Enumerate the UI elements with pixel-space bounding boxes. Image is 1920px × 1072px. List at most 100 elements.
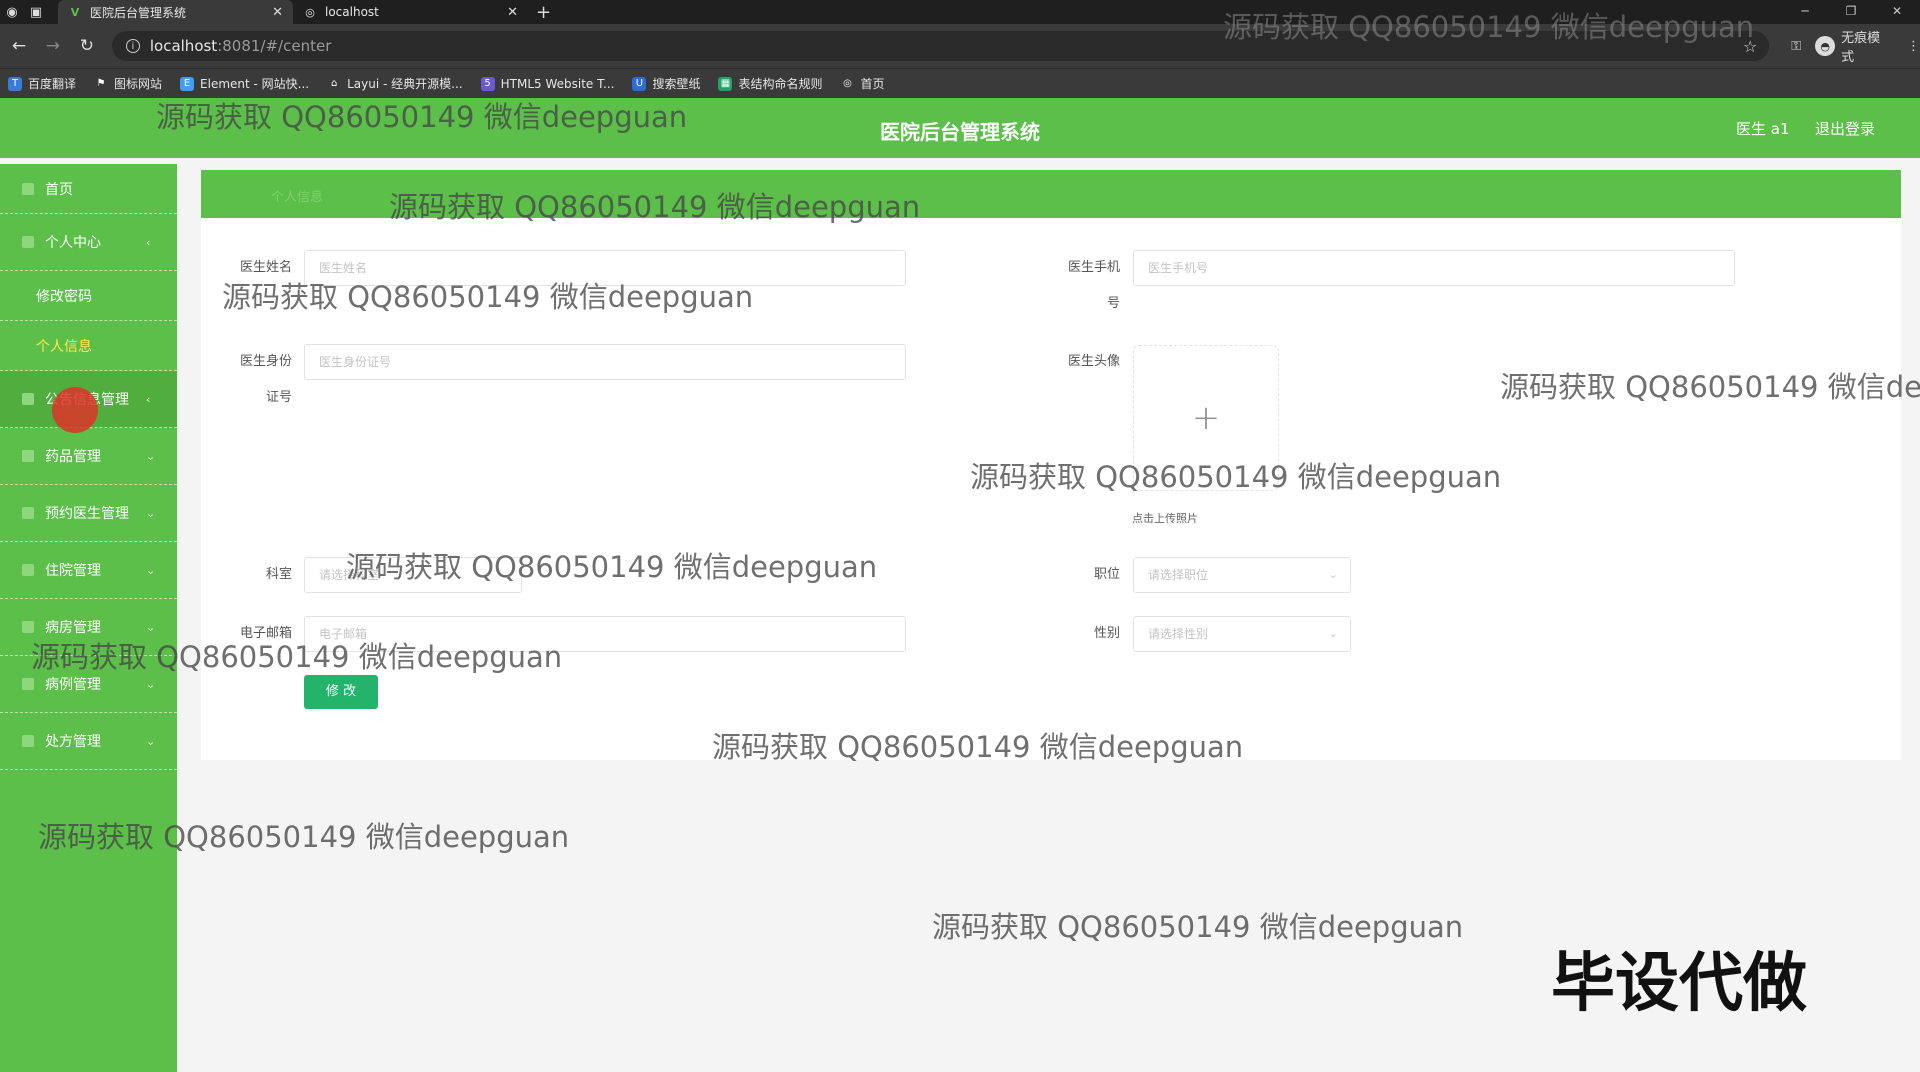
bookmark-item[interactable]: ⚑ 图标网站 — [94, 75, 163, 92]
bookmark-label: 图标网站 — [114, 77, 163, 91]
close-window-icon[interactable]: ✕ — [1874, 0, 1920, 22]
doctor-id-label-cont: 证号 — [265, 390, 292, 405]
doctor-avatar-label: 医生头像 — [1067, 354, 1120, 369]
sidebar-item-appointments[interactable]: 预约医生管理 ⌄ — [0, 485, 177, 542]
close-tab-icon[interactable]: ✕ — [507, 5, 518, 20]
vue-logo-icon: V — [70, 5, 80, 19]
sidebar-item-label: 处方管理 — [45, 734, 101, 750]
bookmark-label: Element - 网站快... — [200, 77, 310, 91]
medicine-icon — [22, 450, 34, 462]
sidebar-item-personal-center[interactable]: 个人中心 ‹ — [0, 214, 177, 271]
reload-icon[interactable]: ↻ — [72, 36, 102, 56]
chevron-icon: ‹ — [146, 392, 151, 406]
bookmark-item[interactable]: E Element - 网站快... — [180, 75, 309, 92]
notice-icon — [22, 393, 34, 405]
chevron-down-icon: ⌄ — [1328, 627, 1338, 640]
url-path: :8081/#/center — [217, 37, 332, 55]
watermark: 源码获取 QQ86050149 微信deepguan — [156, 100, 688, 134]
watermark: 源码获取 QQ86050149 微信deepguan — [31, 640, 563, 674]
watermark: 源码获取 QQ86050149 微信deepguan — [932, 910, 1464, 944]
watermark: 源码获取 QQ86050149 微信deepguan — [970, 460, 1502, 494]
doctor-phone-input[interactable]: 医生手机号 — [1133, 250, 1735, 286]
bookmark-item[interactable]: 5 HTML5 Website T... — [480, 76, 614, 91]
browser-menu-icon[interactable]: ◉ — [0, 0, 24, 24]
sidebar-item-announcements[interactable]: 公告信息管理 ‹ — [0, 371, 177, 433]
bookmark-item[interactable]: U 搜索壁纸 — [632, 75, 700, 92]
sidebar-item-label: 药品管理 — [45, 449, 101, 465]
tab-label: localhost — [325, 5, 379, 19]
calendar-icon — [22, 507, 34, 519]
sidebar-item-label: 病例管理 — [45, 677, 101, 693]
minimize-icon[interactable]: ─ — [1782, 0, 1828, 22]
chevron-down-icon: ⌄ — [146, 620, 156, 634]
more-menu-icon[interactable]: ⋮ — [1907, 39, 1920, 54]
flag-icon: ⚑ — [96, 77, 106, 89]
doctor-id-label: 医生身份 — [239, 354, 292, 369]
bed-icon — [22, 564, 34, 576]
tab-label: 医院后台管理系统 — [90, 5, 187, 20]
forward-icon[interactable]: → — [38, 36, 68, 56]
sidebar-item-label: 首页 — [45, 181, 73, 198]
gender-label: 性别 — [1093, 626, 1120, 641]
back-icon[interactable]: ← — [4, 36, 34, 56]
sidebar-item-medicine[interactable]: 药品管理 ⌄ — [0, 428, 177, 485]
gender-placeholder: 请选择性别 — [1148, 627, 1209, 641]
close-tab-icon[interactable]: ✕ — [272, 5, 283, 20]
tab-localhost[interactable]: ◎ localhost ✕ — [293, 0, 528, 24]
sidebar-item-home[interactable]: 首页 — [0, 164, 177, 214]
position-select[interactable]: 请选择职位 ⌄ — [1133, 557, 1351, 593]
position-placeholder: 请选择职位 — [1148, 568, 1209, 582]
update-button[interactable]: 修 改 — [304, 675, 378, 709]
chevron-down-icon: ⌄ — [1328, 568, 1338, 581]
tab-search-icon[interactable]: ▣ — [24, 0, 48, 24]
gender-select[interactable]: 请选择性别 ⌄ — [1133, 616, 1351, 652]
bookmark-label: 搜索壁纸 — [652, 77, 701, 91]
position-label: 职位 — [1093, 567, 1120, 582]
watermark: 源码获取 QQ86050149 微信deepguan — [1223, 10, 1755, 44]
department-label: 科室 — [265, 567, 292, 582]
case-icon — [22, 678, 34, 690]
doctor-phone-label-cont: 号 — [1106, 296, 1120, 311]
bookmark-item[interactable]: T 百度翻译 — [8, 75, 76, 92]
bookmark-item[interactable]: ◎ 首页 — [840, 75, 884, 92]
promo-stamp: 毕设代做 — [1551, 947, 1807, 1021]
element-icon: E — [180, 76, 195, 91]
incognito-label: 无痕模式 — [1841, 31, 1881, 65]
chevron-down-icon: ⌄ — [146, 677, 156, 691]
bookmark-item[interactable]: ▦ 表结构命名规则 — [718, 75, 822, 92]
bookmark-label: 表结构命名规则 — [738, 77, 823, 91]
site-info-icon[interactable]: i — [125, 39, 140, 53]
chevron-down-icon: ⌄ — [146, 734, 156, 748]
chevron-down-icon: ⌄ — [146, 449, 156, 463]
banner-breadcrumb: 个人信息 — [271, 190, 324, 205]
key-icon[interactable]: ⚿ — [1791, 39, 1801, 54]
bookmark-item[interactable]: ⌂ Layui - 经典开源模... — [327, 75, 463, 92]
doctor-id-input[interactable]: 医生身份证号 — [304, 344, 906, 380]
doctor-phone-label: 医生手机 — [1067, 260, 1120, 275]
new-tab-icon[interactable]: + — [536, 2, 551, 23]
chevron-down-icon: ⌄ — [146, 563, 156, 577]
plus-icon: + — [1191, 398, 1221, 438]
sidebar-subitem-change-password[interactable]: 修改密码 — [0, 271, 177, 321]
cursor-highlight — [52, 387, 98, 433]
sidebar-subitem-personal-info[interactable]: 个人信息 — [0, 321, 177, 371]
watermark: 源码获取 QQ86050149 微信deepguan — [712, 730, 1244, 764]
bookmark-label: Layui - 经典开源模... — [347, 77, 463, 91]
logout-link[interactable]: 退出登录 — [1815, 118, 1875, 139]
watermark: 源码获取 QQ86050149 微信deepguan — [38, 820, 570, 854]
sidebar-item-label: 预约医生管理 — [45, 506, 129, 522]
ward-icon — [22, 621, 34, 633]
bookmark-label: 首页 — [860, 77, 885, 91]
sidebar-item-label: 住院管理 — [45, 563, 101, 579]
sidebar: 首页 个人中心 ‹ 修改密码 个人信息 公告信息管理 ‹ 药品管理 ⌄ 预约医生… — [0, 164, 177, 1072]
tab-hospital-admin[interactable]: V 医院后台管理系统 ✕ — [58, 0, 293, 24]
globe-icon: ◎ — [305, 5, 315, 19]
url-host: localhost — [149, 37, 218, 55]
user-icon — [22, 236, 34, 248]
watermark: 源码获取 QQ86050149 微信deepguan — [389, 190, 921, 224]
restore-icon[interactable]: ❐ — [1828, 0, 1874, 22]
incognito-indicator[interactable]: ◓ 无痕模式 — [1815, 27, 1893, 65]
sidebar-item-hospitalization[interactable]: 住院管理 ⌄ — [0, 542, 177, 599]
sidebar-item-prescriptions[interactable]: 处方管理 ⌄ — [0, 713, 177, 770]
watermark: 源码获取 QQ86050149 微信de — [1500, 370, 1920, 404]
